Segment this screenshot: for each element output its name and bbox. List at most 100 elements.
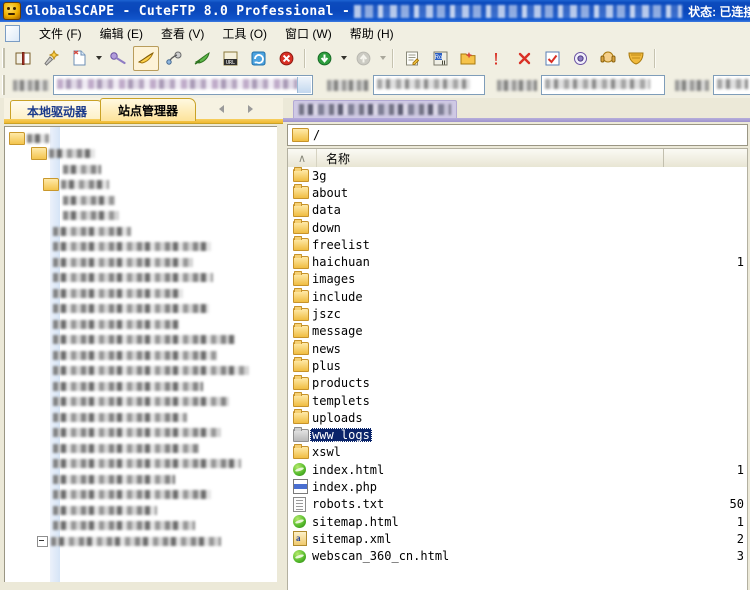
tree-item[interactable] xyxy=(53,488,211,501)
host-dropdown-arrow[interactable] xyxy=(297,77,311,93)
file-list-row[interactable]: plus xyxy=(288,357,747,374)
tree-item[interactable] xyxy=(53,225,131,238)
file-list-row[interactable]: www_logs xyxy=(288,426,747,443)
tree-item[interactable] xyxy=(53,349,217,362)
host-input[interactable] xyxy=(53,75,313,95)
tree-item[interactable] xyxy=(37,535,221,548)
edit-file-icon[interactable] xyxy=(399,46,425,71)
tree-item[interactable] xyxy=(53,271,213,284)
tree-item[interactable] xyxy=(53,380,203,393)
file-list-row[interactable]: sitemap.xml2 xyxy=(288,530,747,547)
tree-item[interactable] xyxy=(43,178,109,191)
new-file-icon[interactable] xyxy=(66,46,92,71)
file-list-row[interactable]: include xyxy=(288,288,747,305)
site-manager-icon[interactable] xyxy=(10,46,36,71)
file-list-row[interactable]: sitemap.html1 xyxy=(288,513,747,530)
new-folder-icon[interactable] xyxy=(455,46,481,71)
arrow-left-icon[interactable] xyxy=(219,105,224,113)
upload-dropdown-arrow[interactable] xyxy=(377,47,388,70)
sort-indicator-icon[interactable]: ∧ xyxy=(288,149,317,168)
tree-item[interactable] xyxy=(53,504,157,517)
remote-site-tab[interactable] xyxy=(293,100,457,119)
column-header-size[interactable] xyxy=(664,149,747,168)
connect-icon[interactable] xyxy=(105,46,131,71)
file-list-row[interactable]: about xyxy=(288,184,747,201)
file-list-row[interactable]: robots.txt50 xyxy=(288,496,747,513)
file-list-row[interactable]: haichuan1 xyxy=(288,253,747,270)
new-file-dropdown-arrow[interactable] xyxy=(93,47,104,70)
properties-icon[interactable] xyxy=(483,46,509,71)
remote-path-bar[interactable]: / xyxy=(287,124,748,146)
url-icon[interactable]: URL xyxy=(217,46,243,71)
disconnect-icon[interactable] xyxy=(189,46,215,71)
tree-item[interactable] xyxy=(53,519,195,532)
quick-connect-icon[interactable] xyxy=(133,46,159,71)
username-input[interactable] xyxy=(373,75,485,95)
tree-item[interactable] xyxy=(31,147,95,160)
tab-local-drives[interactable]: 本地驱动器 xyxy=(10,100,104,121)
tree-item[interactable] xyxy=(53,442,199,455)
tree-item[interactable] xyxy=(53,411,187,424)
tree-item[interactable] xyxy=(53,364,249,377)
pane-splitter[interactable] xyxy=(277,126,282,582)
tree-item[interactable] xyxy=(63,163,101,176)
refresh-icon[interactable] xyxy=(245,46,271,71)
tree-item[interactable] xyxy=(53,256,193,269)
file-list-row[interactable]: images xyxy=(288,271,747,288)
tree-item[interactable] xyxy=(53,457,241,470)
support-icon[interactable] xyxy=(595,46,621,71)
globalscape-icon[interactable] xyxy=(623,46,649,71)
menu-item-help[interactable]: 帮助 (H) xyxy=(341,23,403,44)
menu-item-edit[interactable]: 编辑 (E) xyxy=(91,23,152,44)
file-list-row[interactable]: freelist xyxy=(288,236,747,253)
tree-item[interactable] xyxy=(63,194,115,207)
file-list-row[interactable]: products xyxy=(288,375,747,392)
file-list-row[interactable]: message xyxy=(288,323,747,340)
file-list-row[interactable]: down xyxy=(288,219,747,236)
tree-item[interactable] xyxy=(53,473,175,486)
tree-item[interactable] xyxy=(53,426,221,439)
reconnect-icon[interactable] xyxy=(161,46,187,71)
column-header-name[interactable]: 名称 xyxy=(317,149,664,168)
menu-item-view[interactable]: 查看 (V) xyxy=(152,23,213,44)
connection-wizard-icon[interactable] xyxy=(38,46,64,71)
tools-icon[interactable] xyxy=(567,46,593,71)
remote-file-list[interactable]: 3gaboutdatadownfreelisthaichuan1imagesin… xyxy=(287,167,748,590)
file-list-row[interactable]: news xyxy=(288,340,747,357)
tree-item[interactable] xyxy=(53,287,183,300)
tree-item[interactable] xyxy=(53,240,211,253)
file-list-row[interactable]: xswl xyxy=(288,444,747,461)
tree-item[interactable] xyxy=(53,302,209,315)
tree-item[interactable] xyxy=(53,333,235,346)
addressbar-grip[interactable] xyxy=(2,75,6,95)
stop-icon[interactable] xyxy=(273,46,299,71)
menu-item-file[interactable]: 文件 (F) xyxy=(30,23,91,44)
delete-icon[interactable] xyxy=(511,46,537,71)
tree-item[interactable] xyxy=(9,132,49,145)
tree-item[interactable] xyxy=(53,395,229,408)
arrow-right-icon[interactable] xyxy=(248,105,253,113)
file-list-row[interactable]: index.html1 xyxy=(288,461,747,478)
site-manager-tree[interactable] xyxy=(4,126,278,584)
password-input[interactable] xyxy=(541,75,665,95)
rename-icon[interactable]: Ro xyxy=(427,46,453,71)
file-list-row[interactable]: uploads xyxy=(288,409,747,426)
menu-item-tools[interactable]: 工具 (O) xyxy=(213,23,276,44)
queue-icon[interactable] xyxy=(539,46,565,71)
download-dropdown-arrow[interactable] xyxy=(338,47,349,70)
file-list-row[interactable]: templets xyxy=(288,392,747,409)
file-list-row[interactable]: 3g xyxy=(288,167,747,184)
port-input[interactable] xyxy=(713,75,750,95)
file-list-row[interactable]: index.php xyxy=(288,478,747,495)
upload-icon[interactable] xyxy=(350,46,376,71)
file-list-row[interactable]: webscan_360_cn.html3 xyxy=(288,548,747,565)
tab-site-manager[interactable]: 站点管理器 xyxy=(100,98,196,121)
toolbar-grip[interactable] xyxy=(2,48,6,68)
tree-item[interactable] xyxy=(53,318,179,331)
cuteftp-app-icon[interactable] xyxy=(3,2,21,20)
menu-item-window[interactable]: 窗口 (W) xyxy=(276,23,341,44)
download-icon[interactable] xyxy=(311,46,337,71)
file-list-row[interactable]: jszc xyxy=(288,305,747,322)
file-list-row[interactable]: data xyxy=(288,202,747,219)
tree-item[interactable] xyxy=(63,209,119,222)
